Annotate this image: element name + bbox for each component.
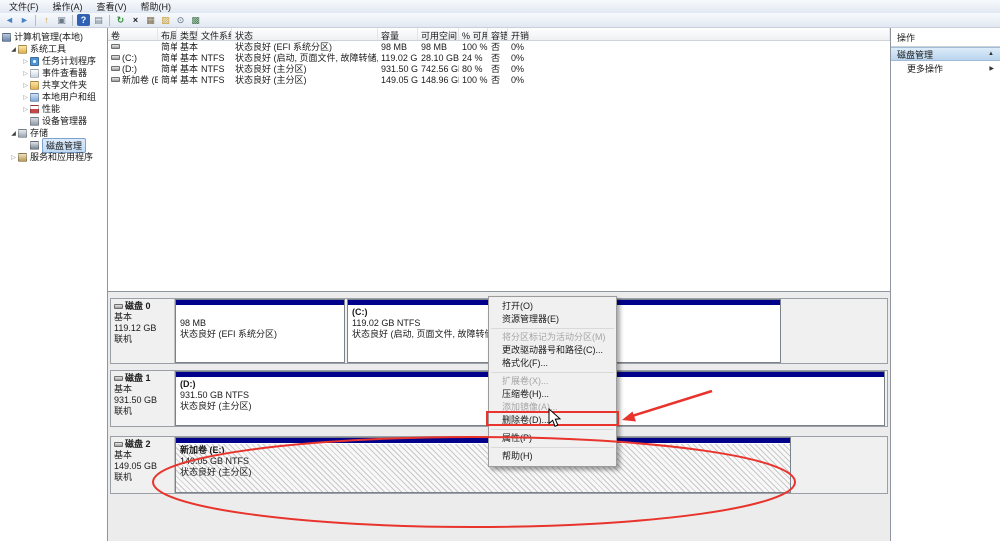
- col-filesystem[interactable]: 文件系统: [198, 28, 232, 40]
- col-fault-tolerance[interactable]: 容错: [488, 28, 508, 40]
- computer-icon: [2, 33, 11, 42]
- expander-collapsed-icon[interactable]: ▷: [21, 70, 30, 77]
- services-icon: [18, 153, 27, 162]
- console-window-icon[interactable]: ▣: [55, 14, 68, 26]
- volume-row-e[interactable]: 新加卷 (E:) 简单 基本 NTFS 状态良好 (主分区) 149.05 GB…: [108, 74, 890, 85]
- volume-list: 卷 布局 类型 文件系统 状态 容量 可用空间 % 可用 容错 开销 简单 基本…: [108, 28, 890, 292]
- col-status[interactable]: 状态: [232, 28, 378, 40]
- col-pct-free[interactable]: % 可用: [459, 28, 488, 40]
- partition-efi[interactable]: 98 MB 状态良好 (EFI 系统分区): [175, 299, 345, 363]
- volume-icon: [111, 77, 120, 82]
- col-volume[interactable]: 卷: [108, 28, 158, 40]
- open-folder-icon[interactable]: ▨: [159, 14, 172, 26]
- col-capacity[interactable]: 容量: [378, 28, 418, 40]
- help-icon[interactable]: ?: [77, 14, 90, 26]
- shared-folders-icon: [30, 81, 39, 90]
- performance-icon: [30, 105, 39, 114]
- expander-collapsed-icon[interactable]: ▷: [21, 94, 30, 101]
- toolbar: ◄ ► ↑ ▣ ? ▤ ↻ × ▦ ▨ ⊙ ▩: [0, 13, 1000, 28]
- toolbar-separator: [109, 15, 110, 26]
- actions-group-disk-management[interactable]: 磁盘管理 ▲: [891, 47, 1000, 61]
- submenu-arrow-icon: ▶: [989, 65, 994, 72]
- more-actions-item[interactable]: 更多操作 ▶: [891, 61, 1000, 75]
- console-tree: 计算机管理(本地) ◢ 系统工具 ▷ 任务计划程序 ▷ 事件查看器 ▷ 共享文件…: [0, 28, 108, 541]
- disk-2-label[interactable]: 磁盘 2 基本 149.05 GB 联机: [111, 437, 175, 493]
- volume-icon: [111, 55, 120, 60]
- disk-0-label[interactable]: 磁盘 0 基本 119.12 GB 联机: [111, 299, 175, 363]
- expander-expanded-icon[interactable]: ◢: [9, 46, 18, 53]
- actions-panel: 操作 磁盘管理 ▲ 更多操作 ▶: [890, 28, 1000, 541]
- menu-item-format[interactable]: 格式化(F)...: [489, 357, 616, 370]
- menu-separator: [491, 328, 614, 329]
- disk-1-label[interactable]: 磁盘 1 基本 931.50 GB 联机: [111, 371, 175, 426]
- search-icon[interactable]: ⊙: [174, 14, 187, 26]
- volume-icon: [111, 66, 120, 71]
- tree-item-services-applications[interactable]: ▷ 服务和应用程序: [0, 151, 107, 163]
- expander-collapsed-icon[interactable]: ▷: [9, 154, 18, 161]
- up-level-icon[interactable]: ↑: [40, 14, 53, 26]
- forward-icon[interactable]: ►: [18, 14, 31, 26]
- local-users-icon: [30, 93, 39, 102]
- menu-separator: [491, 372, 614, 373]
- menu-item-help[interactable]: 帮助(H): [489, 450, 616, 463]
- menu-separator: [491, 447, 614, 448]
- col-free-space[interactable]: 可用空间: [418, 28, 459, 40]
- menu-item-add-mirror: 添加镜像(A)...: [489, 401, 616, 414]
- disk-icon: [114, 304, 123, 309]
- disk-management-icon: [30, 141, 39, 150]
- expander-collapsed-icon[interactable]: ▷: [21, 82, 30, 89]
- menu-item-open[interactable]: 打开(O): [489, 300, 616, 313]
- device-manager-icon: [30, 117, 39, 126]
- menu-item-properties[interactable]: 属性(P): [489, 432, 616, 445]
- actions-title: 操作: [891, 28, 1000, 47]
- col-overhead[interactable]: 开销: [508, 28, 890, 40]
- menu-view[interactable]: 查看(V): [90, 0, 134, 14]
- menu-separator: [491, 429, 614, 430]
- task-scheduler-icon: [30, 57, 39, 66]
- col-layout[interactable]: 布局: [158, 28, 177, 40]
- volume-icon: [111, 44, 120, 49]
- disk-icon: [114, 376, 123, 381]
- collapse-arrow-icon[interactable]: ▲: [988, 51, 994, 57]
- expander-collapsed-icon[interactable]: ▷: [21, 106, 30, 113]
- show-hide-tree-icon[interactable]: ▤: [92, 14, 105, 26]
- tree-item-device-manager[interactable]: 设备管理器: [0, 115, 107, 127]
- menu-file[interactable]: 文件(F): [2, 0, 46, 14]
- context-menu: 打开(O) 资源管理器(E) 将分区标记为活动分区(M) 更改驱动器号和路径(C…: [488, 296, 617, 467]
- event-viewer-icon: [30, 69, 39, 78]
- storage-icon: [18, 129, 27, 138]
- expander-collapsed-icon[interactable]: ▷: [21, 58, 30, 65]
- menu-item-explorer[interactable]: 资源管理器(E): [489, 313, 616, 326]
- toolbar-separator: [35, 15, 36, 26]
- menu-item-mark-active: 将分区标记为活动分区(M): [489, 331, 616, 344]
- toolbar-separator: [72, 15, 73, 26]
- back-icon[interactable]: ◄: [3, 14, 16, 26]
- system-tools-icon: [18, 45, 27, 54]
- menu-item-extend-volume: 扩展卷(X)...: [489, 375, 616, 388]
- menu-item-change-drive-letter[interactable]: 更改驱动器号和路径(C)...: [489, 344, 616, 357]
- expander-expanded-icon[interactable]: ◢: [9, 130, 18, 137]
- disk-icon: [114, 442, 123, 447]
- refresh-icon[interactable]: ↻: [114, 14, 127, 26]
- menu-help[interactable]: 帮助(H): [134, 0, 179, 14]
- properties-icon[interactable]: ▦: [144, 14, 157, 26]
- menu-action[interactable]: 操作(A): [46, 0, 90, 14]
- delete-icon[interactable]: ×: [129, 14, 142, 26]
- manage-icon[interactable]: ▩: [189, 14, 202, 26]
- col-type[interactable]: 类型: [177, 28, 198, 40]
- menu-item-shrink-volume[interactable]: 压缩卷(H)...: [489, 388, 616, 401]
- menu-bar: 文件(F) 操作(A) 查看(V) 帮助(H): [0, 0, 1000, 13]
- partition-e-selected[interactable]: 新加卷 (E:) 149.05 GB NTFS 状态良好 (主分区): [175, 437, 791, 493]
- menu-item-delete-volume[interactable]: 删除卷(D)...: [489, 414, 616, 427]
